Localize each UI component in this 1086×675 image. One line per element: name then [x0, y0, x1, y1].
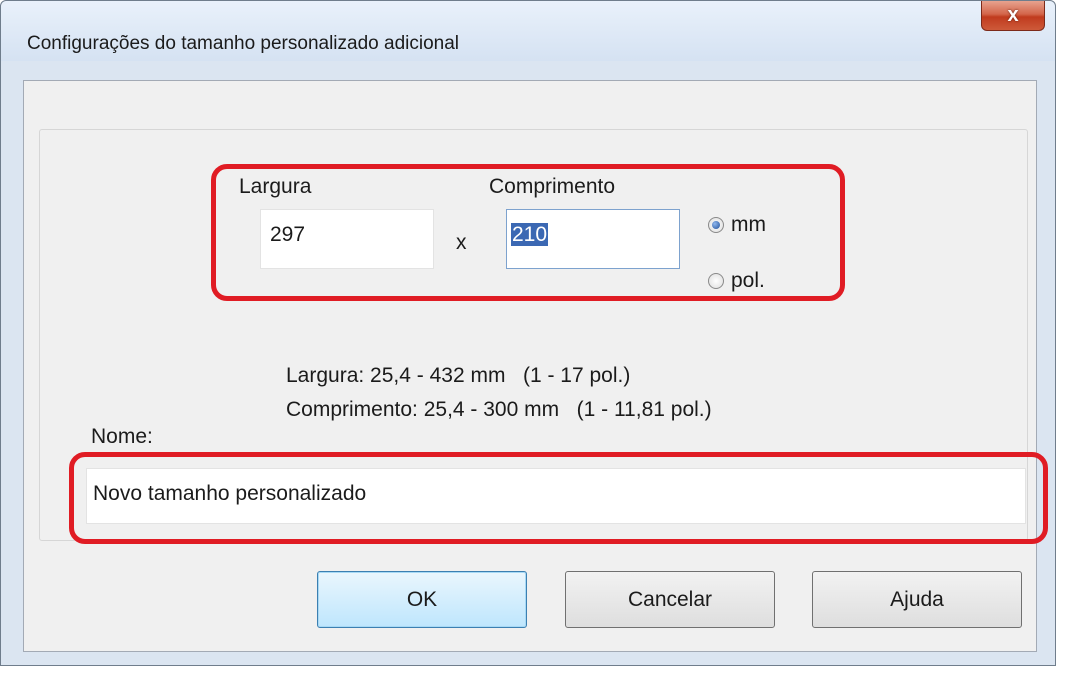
width-input[interactable]: 297 [260, 209, 434, 269]
width-label: Largura [239, 175, 312, 198]
length-input-value: 210 [511, 223, 549, 246]
name-label: Nome: [91, 425, 153, 448]
unit-mm-radio[interactable] [708, 217, 724, 233]
unit-inch-radio[interactable] [708, 273, 724, 289]
name-input-value: Novo tamanho personalizado [93, 482, 367, 505]
length-range-text: Comprimento: 25,4 - 300 mm (1 - 11,81 po… [286, 398, 712, 421]
title-bar[interactable]: Configurações do tamanho personalizado a… [1, 1, 1055, 61]
dialog-client-area: Largura 297 x Comprimento 210 mm pol. La… [23, 80, 1037, 652]
width-input-value: 297 [270, 223, 306, 246]
times-separator: x [456, 231, 467, 254]
close-button[interactable]: x [981, 1, 1045, 31]
ok-button[interactable]: OK [317, 571, 527, 628]
length-input[interactable]: 210 [506, 209, 680, 269]
close-icon: x [1007, 4, 1019, 26]
length-label: Comprimento [489, 175, 616, 198]
unit-mm-label[interactable]: mm [731, 213, 766, 237]
dialog-window: Configurações do tamanho personalizado a… [0, 0, 1056, 666]
width-range-text: Largura: 25,4 - 432 mm (1 - 17 pol.) [286, 364, 631, 387]
cancel-button[interactable]: Cancelar [565, 571, 775, 628]
name-input[interactable]: Novo tamanho personalizado [86, 468, 1026, 524]
window-title: Configurações do tamanho personalizado a… [27, 33, 460, 54]
unit-inch-label[interactable]: pol. [731, 269, 765, 293]
help-button[interactable]: Ajuda [812, 571, 1022, 628]
